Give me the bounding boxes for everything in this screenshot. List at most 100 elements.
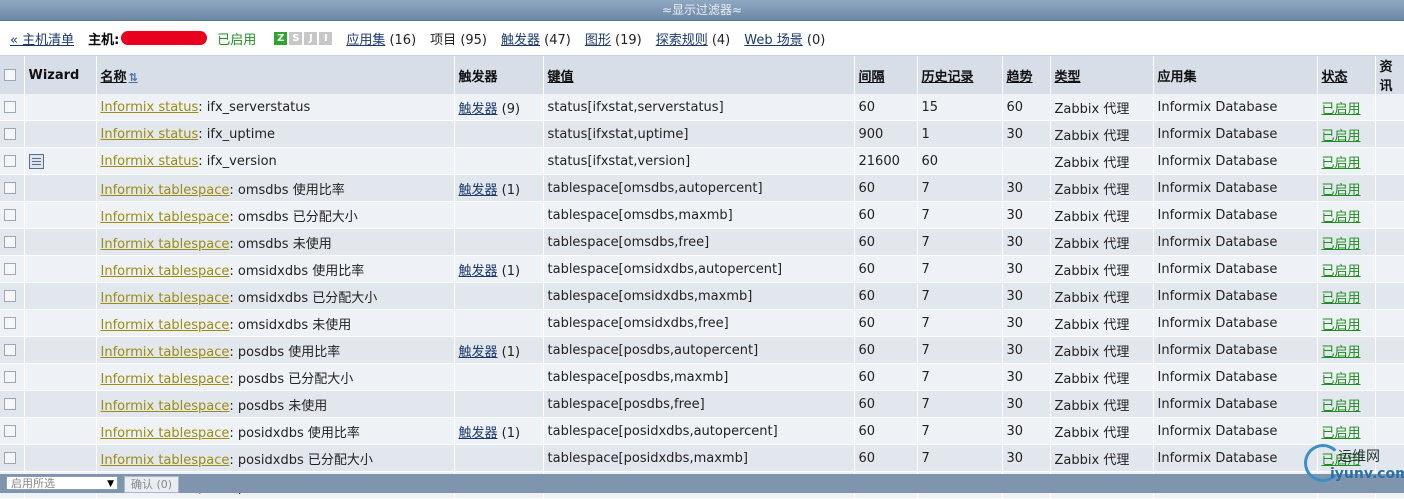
item-prefix-link[interactable]: Informix tablespace bbox=[101, 453, 230, 468]
host-link-label[interactable]: 图形 bbox=[585, 33, 611, 48]
item-prefix-link[interactable]: Informix status bbox=[101, 100, 199, 115]
status-toggle-link[interactable]: 已启用 bbox=[1322, 345, 1361, 360]
row-select-cell[interactable] bbox=[0, 363, 25, 391]
row-checkbox[interactable] bbox=[4, 263, 16, 275]
table-row: Informix tablespace: omsdbs 已分配大小 tablesp… bbox=[0, 201, 1404, 229]
row-checkbox[interactable] bbox=[4, 371, 16, 383]
row-select-cell[interactable] bbox=[0, 201, 25, 229]
col-history-label[interactable]: 历史记录 bbox=[922, 70, 974, 85]
col-trends-label[interactable]: 趋势 bbox=[1007, 70, 1033, 85]
item-prefix-link[interactable]: Informix status bbox=[101, 154, 199, 169]
col-interval-label[interactable]: 间隔 bbox=[859, 70, 885, 85]
triggers-link[interactable]: 触发器 bbox=[459, 183, 498, 198]
row-select-cell[interactable] bbox=[0, 255, 25, 283]
host-link-5[interactable]: Web 场景 (0) bbox=[744, 33, 825, 48]
status-toggle-link[interactable]: 已启用 bbox=[1322, 318, 1361, 333]
mass-action-select[interactable]: 启用所选 ▼ bbox=[6, 476, 118, 490]
row-select-cell[interactable] bbox=[0, 147, 25, 175]
item-prefix-link[interactable]: Informix tablespace bbox=[101, 372, 230, 387]
status-toggle-link[interactable]: 已启用 bbox=[1322, 156, 1361, 171]
row-select-cell[interactable] bbox=[0, 336, 25, 364]
item-prefix-link[interactable]: Informix tablespace bbox=[101, 426, 230, 441]
col-interval[interactable]: 间隔 bbox=[854, 56, 918, 94]
row-checkbox[interactable] bbox=[4, 209, 16, 221]
item-prefix-link[interactable]: Informix tablespace bbox=[101, 210, 230, 225]
host-link-4[interactable]: 探索规则 (4) bbox=[656, 33, 731, 48]
col-type[interactable]: 类型 bbox=[1050, 56, 1154, 94]
item-prefix-link[interactable]: Informix tablespace bbox=[101, 237, 230, 252]
host-link-label[interactable]: 探索规则 bbox=[656, 33, 708, 48]
status-toggle-link[interactable]: 已启用 bbox=[1322, 426, 1361, 441]
item-prefix-link[interactable]: Informix tablespace bbox=[101, 399, 230, 414]
row-checkbox[interactable] bbox=[4, 317, 16, 329]
triggers-link[interactable]: 触发器 bbox=[459, 426, 498, 441]
status-toggle-link[interactable]: 已启用 bbox=[1322, 372, 1361, 387]
row-select-cell[interactable] bbox=[0, 120, 25, 148]
row-checkbox[interactable] bbox=[4, 344, 16, 356]
row-select-cell[interactable] bbox=[0, 390, 25, 418]
bottom-action-bar: 启用所选 ▼ 确认 (0) bbox=[0, 474, 1404, 493]
triggers-link[interactable]: 触发器 bbox=[459, 264, 498, 279]
host-link-label[interactable]: 应用集 bbox=[346, 33, 385, 48]
row-checkbox[interactable] bbox=[4, 398, 16, 410]
status-toggle-link[interactable]: 已启用 bbox=[1322, 210, 1361, 225]
item-prefix-link[interactable]: Informix tablespace bbox=[101, 264, 230, 279]
row-checkbox[interactable] bbox=[4, 182, 16, 194]
host-link-3[interactable]: 图形 (19) bbox=[585, 33, 642, 48]
row-checkbox[interactable] bbox=[4, 236, 16, 248]
sort-arrows-icon[interactable]: ⇅ bbox=[129, 71, 138, 84]
row-select-cell[interactable] bbox=[0, 94, 25, 121]
col-key[interactable]: 键值 bbox=[543, 56, 855, 94]
triggers-link[interactable]: 触发器 bbox=[459, 102, 498, 117]
row-select-cell[interactable] bbox=[0, 282, 25, 310]
host-link-label[interactable]: 触发器 bbox=[501, 33, 540, 48]
row-checkbox[interactable] bbox=[4, 425, 16, 437]
col-type-label[interactable]: 类型 bbox=[1055, 70, 1081, 85]
status-toggle-link[interactable]: 已启用 bbox=[1322, 237, 1361, 252]
row-select-cell[interactable] bbox=[0, 228, 25, 256]
row-checkbox[interactable] bbox=[4, 290, 16, 302]
host-link-0[interactable]: 应用集 (16) bbox=[346, 33, 416, 48]
status-toggle-link[interactable]: 已启用 bbox=[1322, 129, 1361, 144]
col-name[interactable]: 名称 ⇅ bbox=[96, 56, 455, 94]
host-link-2[interactable]: 触发器 (47) bbox=[501, 33, 571, 48]
host-link-label[interactable]: Web 场景 bbox=[744, 33, 802, 48]
item-prefix-link[interactable]: Informix tablespace bbox=[101, 345, 230, 360]
col-history[interactable]: 历史记录 bbox=[917, 56, 1003, 94]
col-trends[interactable]: 趋势 bbox=[1002, 56, 1051, 94]
col-status-label[interactable]: 状态 bbox=[1322, 70, 1348, 85]
col-key-label[interactable]: 键值 bbox=[548, 70, 574, 85]
row-select-cell[interactable] bbox=[0, 444, 25, 472]
status-toggle-link[interactable]: 已启用 bbox=[1322, 264, 1361, 279]
filter-toggle-bar[interactable]: ≈显示过滤器≈ bbox=[0, 0, 1404, 21]
status-toggle-link[interactable]: 已启用 bbox=[1322, 102, 1361, 117]
trends-cell: 30 bbox=[1002, 336, 1051, 364]
col-status[interactable]: 状态 bbox=[1317, 56, 1376, 94]
triggers-link[interactable]: 触发器 bbox=[459, 345, 498, 360]
item-prefix-link[interactable]: Informix tablespace bbox=[101, 183, 230, 198]
item-prefix-link[interactable]: Informix tablespace bbox=[101, 318, 230, 333]
host-list-link[interactable]: « 主机清单 bbox=[10, 29, 74, 48]
host-status[interactable]: 已启用 bbox=[217, 29, 256, 48]
row-checkbox[interactable] bbox=[4, 155, 16, 167]
select-all-header[interactable] bbox=[0, 56, 25, 94]
status-toggle-link[interactable]: 已启用 bbox=[1322, 399, 1361, 414]
status-toggle-link[interactable]: 已启用 bbox=[1322, 291, 1361, 306]
confirm-button[interactable]: 确认 (0) bbox=[124, 476, 180, 493]
row-select-cell[interactable] bbox=[0, 174, 25, 202]
item-prefix-link[interactable]: Informix tablespace bbox=[101, 291, 230, 306]
select-all-checkbox[interactable] bbox=[4, 69, 16, 81]
filter-toggle-label[interactable]: ≈显示过滤器≈ bbox=[662, 3, 742, 17]
row-select-cell[interactable] bbox=[0, 309, 25, 337]
chevron-down-icon[interactable]: ▼ bbox=[107, 477, 114, 491]
row-checkbox[interactable] bbox=[4, 452, 16, 464]
status-toggle-link[interactable]: 已启用 bbox=[1322, 183, 1361, 198]
item-prefix-link[interactable]: Informix status bbox=[101, 127, 199, 142]
row-checkbox[interactable] bbox=[4, 101, 16, 113]
wizard-menu-icon[interactable] bbox=[28, 153, 44, 169]
mass-action-select-value[interactable]: 启用所选 bbox=[11, 477, 55, 490]
row-select-cell[interactable] bbox=[0, 417, 25, 445]
col-name-label[interactable]: 名称 bbox=[101, 70, 127, 85]
info-cell bbox=[1375, 94, 1404, 121]
row-checkbox[interactable] bbox=[4, 128, 16, 140]
